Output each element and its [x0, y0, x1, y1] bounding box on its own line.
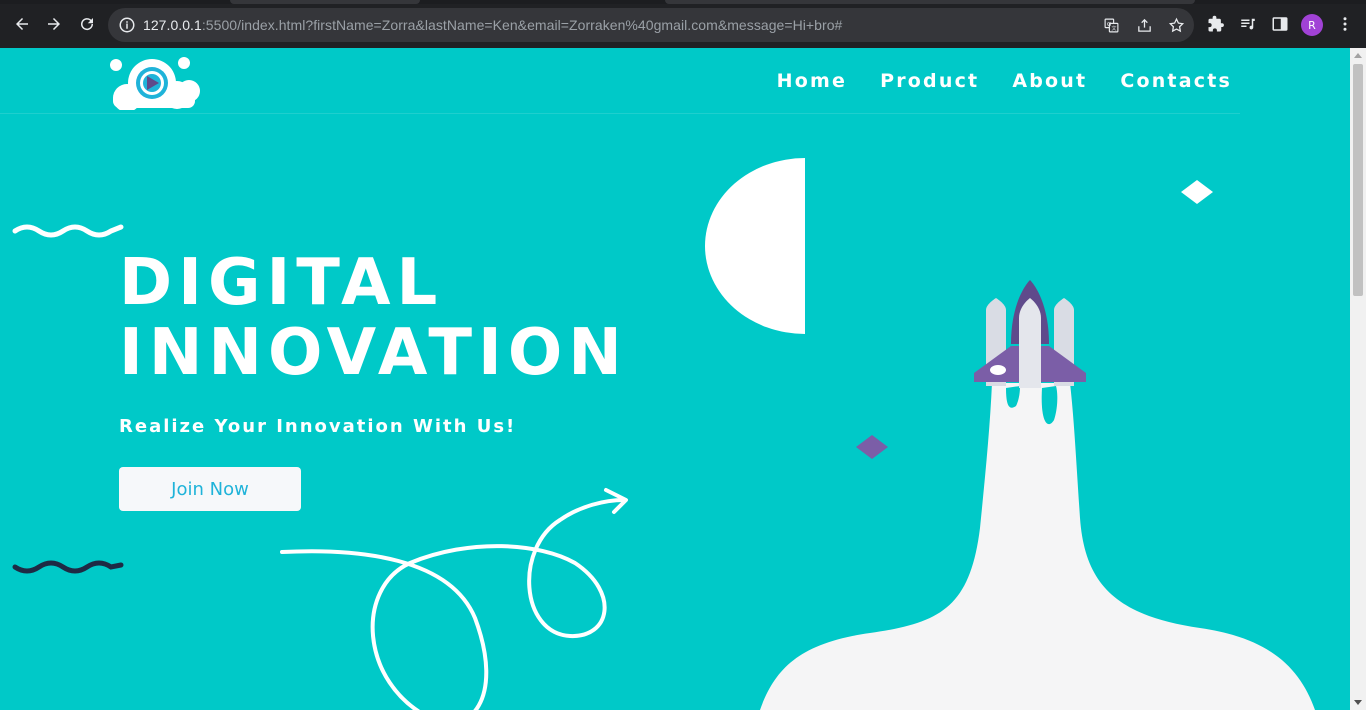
white-diamond-shape — [1181, 180, 1213, 204]
scroll-thumb[interactable] — [1353, 64, 1363, 296]
share-icon[interactable] — [1134, 15, 1154, 35]
rocket-smoke-trail — [760, 383, 1315, 710]
page-scrollbar[interactable] — [1350, 48, 1366, 710]
translate-icon[interactable]: G文 — [1101, 15, 1121, 35]
main-nav: Home Product About Contacts — [777, 70, 1232, 92]
browser-toolbar: 127.0.0.1:5500/index.html?firstName=Zorr… — [0, 0, 1366, 48]
looping-arrow-path — [280, 498, 626, 710]
bookmark-star-icon[interactable] — [1166, 15, 1186, 35]
svg-text:文: 文 — [1111, 25, 1116, 32]
back-icon[interactable] — [8, 10, 36, 38]
nav-home-link[interactable]: Home — [777, 70, 847, 92]
navbar-divider — [0, 113, 1240, 114]
page-viewport: Home Product About Contacts DIGITAL INNO… — [0, 48, 1350, 710]
nav-contacts-link[interactable]: Contacts — [1120, 70, 1232, 92]
profile-initial: R — [1308, 18, 1316, 32]
url-host: 127.0.0.1 — [143, 17, 202, 33]
nav-product-link[interactable]: Product — [880, 70, 979, 92]
hero-title-line1: DIGITAL — [119, 246, 444, 320]
scroll-down-arrow-icon[interactable] — [1354, 700, 1362, 705]
tab[interactable] — [665, 0, 1195, 4]
hero-title-line2: INNOVATION — [119, 316, 628, 390]
media-icon[interactable] — [1234, 10, 1262, 38]
tab-strip — [0, 0, 1366, 4]
logo-icon[interactable] — [107, 55, 202, 110]
tab[interactable] — [230, 0, 420, 4]
hero-subtitle: Realize Your Innovation With Us! — [119, 416, 517, 437]
address-bar[interactable]: 127.0.0.1:5500/index.html?firstName=Zorr… — [108, 8, 1194, 42]
url-path: :5500/index.html?firstName=Zorra&lastNam… — [201, 17, 843, 33]
hero-title: DIGITAL INNOVATION — [119, 248, 628, 388]
forward-icon[interactable] — [40, 10, 68, 38]
menu-icon[interactable] — [1331, 10, 1359, 38]
purple-diamond-shape — [856, 435, 888, 459]
dark-wave-shape — [12, 560, 124, 574]
site-navbar: Home Product About Contacts — [0, 48, 1350, 114]
nav-about-link[interactable]: About — [1012, 70, 1087, 92]
scroll-up-arrow-icon[interactable] — [1354, 53, 1362, 58]
reload-icon[interactable] — [73, 10, 101, 38]
rocket-icon — [974, 280, 1086, 388]
side-panel-icon[interactable] — [1266, 10, 1294, 38]
extensions-icon[interactable] — [1202, 10, 1230, 38]
info-icon[interactable] — [118, 16, 136, 34]
svg-text:G: G — [1106, 21, 1110, 27]
white-wave-shape — [12, 224, 124, 238]
url-text[interactable]: 127.0.0.1:5500/index.html?firstName=Zorr… — [143, 17, 842, 33]
join-now-button[interactable]: Join Now — [119, 467, 301, 511]
profile-avatar[interactable]: R — [1301, 14, 1323, 36]
half-circle-shape — [705, 158, 805, 334]
